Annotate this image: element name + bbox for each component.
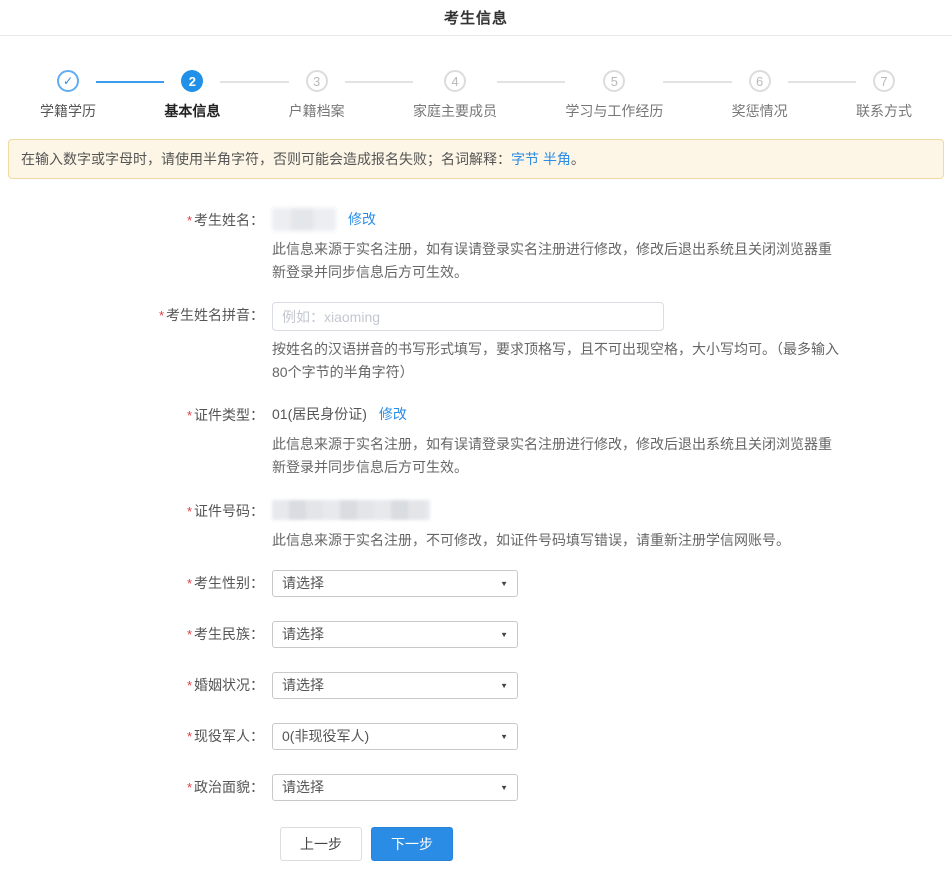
field-row-pinyin: *考生姓名拼音： 按姓名的汉语拼音的书写形式填写，要求顶格写，且不可出现空格，大… xyxy=(0,302,952,384)
field-label: *证件类型： xyxy=(0,402,272,479)
step-number: 2 xyxy=(181,70,203,92)
step-number: 7 xyxy=(873,70,895,92)
page-title: 考生信息 xyxy=(444,7,508,28)
step-label: 学习与工作经历 xyxy=(565,101,663,121)
dropdown-arrow-icon: ▼ xyxy=(500,732,508,740)
military-status-select[interactable]: 0(非现役军人) ▼ xyxy=(272,723,518,750)
step-connector xyxy=(220,81,288,83)
field-label: *证件号码： xyxy=(0,498,272,552)
field-label: *考生姓名拼音： xyxy=(0,302,272,384)
step-number: 5 xyxy=(603,70,625,92)
step-label: 家庭主要成员 xyxy=(413,101,497,121)
required-mark: * xyxy=(187,678,192,693)
step-3-huji[interactable]: 3 户籍档案 xyxy=(289,70,345,121)
field-label: *考生性别： xyxy=(0,570,272,593)
field-row-id-type: *证件类型： 01(居民身份证) 修改 此信息来源于实名注册，如有误请登录实名注… xyxy=(0,402,952,479)
select-value: 请选择 xyxy=(282,777,324,797)
step-label: 学籍学历 xyxy=(40,101,96,121)
dropdown-arrow-icon: ▼ xyxy=(500,579,508,587)
step-connector xyxy=(663,81,731,83)
help-text: 此信息来源于实名注册，如有误请登录实名注册进行修改，修改后退出系统且关闭浏览器重… xyxy=(272,433,844,479)
field-row-gender: *考生性别： 请选择 ▼ xyxy=(0,570,952,597)
step-4-family[interactable]: 4 家庭主要成员 xyxy=(413,70,497,121)
required-mark: * xyxy=(159,308,164,323)
dropdown-arrow-icon: ▼ xyxy=(500,630,508,638)
marital-status-select[interactable]: 请选择 ▼ xyxy=(272,672,518,699)
step-connector xyxy=(96,81,164,83)
prev-step-button[interactable]: 上一步 xyxy=(280,827,362,861)
step-1-xueji[interactable]: ✓ 学籍学历 xyxy=(40,70,96,121)
ethnicity-select[interactable]: 请选择 ▼ xyxy=(272,621,518,648)
notice-banner: 在输入数字或字母时，请使用半角字符，否则可能会造成报名失败；名词解释：字节 半角… xyxy=(8,139,944,179)
pinyin-input[interactable] xyxy=(272,302,664,331)
next-step-button[interactable]: 下一步 xyxy=(371,827,453,861)
required-mark: * xyxy=(187,408,192,423)
required-mark: * xyxy=(187,504,192,519)
step-6-rewards[interactable]: 6 奖惩情况 xyxy=(732,70,788,121)
help-text: 此信息来源于实名注册，如有误请登录实名注册进行修改，修改后退出系统且关闭浏览器重… xyxy=(272,238,844,284)
step-label: 联系方式 xyxy=(856,101,912,121)
field-row-political-status: *政治面貌： 请选择 ▼ xyxy=(0,774,952,801)
redacted-id-number-value xyxy=(272,500,430,520)
step-number: 3 xyxy=(306,70,328,92)
gender-select[interactable]: 请选择 ▼ xyxy=(272,570,518,597)
field-row-id-number: *证件号码： 此信息来源于实名注册，不可修改，如证件号码填写错误，请重新注册学信… xyxy=(0,498,952,552)
step-connector xyxy=(345,81,413,83)
required-mark: * xyxy=(187,729,192,744)
modify-name-link[interactable]: 修改 xyxy=(348,209,376,229)
notice-text: 在输入数字或字母时，请使用半角字符，否则可能会造成报名失败；名词解释： xyxy=(21,151,511,167)
required-mark: * xyxy=(187,627,192,642)
field-row-marital-status: *婚姻状况： 请选择 ▼ xyxy=(0,672,952,699)
required-mark: * xyxy=(187,213,192,228)
step-label: 奖惩情况 xyxy=(732,101,788,121)
step-number: 6 xyxy=(749,70,771,92)
notice-suffix: 。 xyxy=(571,151,585,167)
step-7-contact[interactable]: 7 联系方式 xyxy=(856,70,912,121)
dropdown-arrow-icon: ▼ xyxy=(500,681,508,689)
help-text: 此信息来源于实名注册，不可修改，如证件号码填写错误，请重新注册学信网账号。 xyxy=(272,529,844,552)
redacted-name-value xyxy=(272,208,336,231)
step-label: 户籍档案 xyxy=(289,101,345,121)
page-header: 考生信息 xyxy=(0,0,952,36)
stepper: ✓ 学籍学历 2 基本信息 3 户籍档案 4 家庭主要成员 5 学习与工作经历 … xyxy=(0,70,952,121)
field-label: *考生民族： xyxy=(0,621,272,644)
step-number: 4 xyxy=(444,70,466,92)
check-icon: ✓ xyxy=(57,70,79,92)
modify-id-type-link[interactable]: 修改 xyxy=(379,404,407,424)
select-value: 请选择 xyxy=(282,624,324,644)
glossary-link-halfwidth[interactable]: 半角 xyxy=(543,151,571,167)
step-5-study-work[interactable]: 5 学习与工作经历 xyxy=(565,70,663,121)
glossary-link-byte[interactable]: 字节 xyxy=(511,151,539,167)
select-value: 0(非现役军人) xyxy=(282,726,369,746)
step-2-basic-info[interactable]: 2 基本信息 xyxy=(164,70,220,121)
select-value: 请选择 xyxy=(282,573,324,593)
step-connector xyxy=(788,81,856,83)
step-connector xyxy=(497,81,565,83)
select-value: 请选择 xyxy=(282,675,324,695)
field-row-military-status: *现役军人： 0(非现役军人) ▼ xyxy=(0,723,952,750)
id-type-value: 01(居民身份证) xyxy=(272,404,367,424)
field-row-ethnicity: *考生民族： 请选择 ▼ xyxy=(0,621,952,648)
political-status-select[interactable]: 请选择 ▼ xyxy=(272,774,518,801)
field-label: *现役军人： xyxy=(0,723,272,746)
field-row-name: *考生姓名： 修改 此信息来源于实名注册，如有误请登录实名注册进行修改，修改后退… xyxy=(0,207,952,284)
field-label: *婚姻状况： xyxy=(0,672,272,695)
help-text: 按姓名的汉语拼音的书写形式填写，要求顶格写，且不可出现空格，大小写均可。（最多输… xyxy=(272,338,844,384)
required-mark: * xyxy=(187,576,192,591)
step-label: 基本信息 xyxy=(164,101,220,121)
field-label: *政治面貌： xyxy=(0,774,272,797)
dropdown-arrow-icon: ▼ xyxy=(500,783,508,791)
required-mark: * xyxy=(187,780,192,795)
form-footer: 上一步 下一步 xyxy=(280,827,952,861)
candidate-info-form: *考生姓名： 修改 此信息来源于实名注册，如有误请登录实名注册进行修改，修改后退… xyxy=(0,207,952,801)
field-label: *考生姓名： xyxy=(0,207,272,284)
